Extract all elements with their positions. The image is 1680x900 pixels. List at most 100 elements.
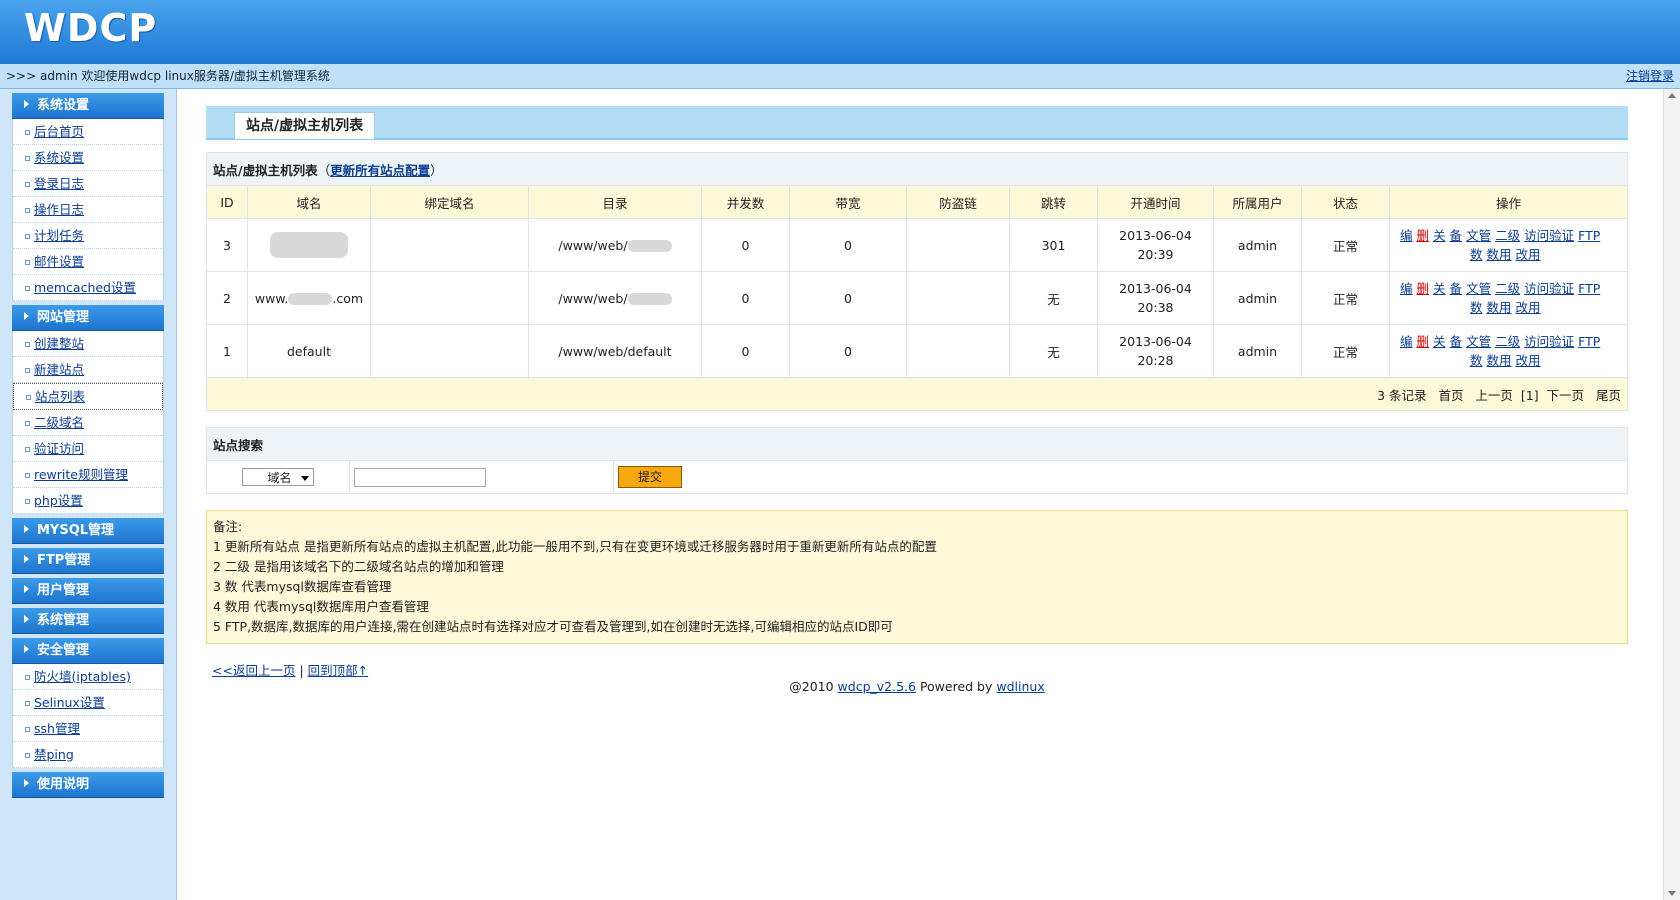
tab-site-list[interactable]: 站点/虚拟主机列表 <box>234 112 376 139</box>
table-row: 2 www. .com /www/web/ 0 0 无 2013-06-04 20:… <box>206 271 1628 325</box>
nav-item-system-settings[interactable]: 系统设置 <box>13 145 163 171</box>
backup-link[interactable]: 备 <box>1450 281 1463 296</box>
delete-link[interactable]: 删 <box>1417 334 1430 349</box>
auth-link[interactable]: 访问验证 <box>1524 228 1574 243</box>
nav-item-selinux[interactable]: Selinux设置 <box>13 690 163 716</box>
ftp-link[interactable]: FTP <box>1578 228 1600 243</box>
backup-link[interactable]: 备 <box>1450 228 1463 243</box>
nav-item-memcached[interactable]: memcached设置 <box>13 275 163 301</box>
subdomain-link[interactable]: 二级 <box>1495 334 1520 349</box>
caret-right-icon <box>24 524 29 533</box>
database-link[interactable]: 数 <box>1470 247 1483 262</box>
nav-section-ftp[interactable]: FTP管理 <box>12 548 164 574</box>
caret-right-icon <box>24 778 29 787</box>
submit-button[interactable]: 提交 <box>618 466 682 488</box>
nav-item-subdomain[interactable]: 二级域名 <box>13 410 163 436</box>
search-input[interactable] <box>354 467 486 487</box>
bullet-icon <box>25 753 30 758</box>
subdomain-link[interactable]: 二级 <box>1495 228 1520 243</box>
vertical-scrollbar[interactable] <box>1663 89 1680 900</box>
db-user-link[interactable]: 数用 <box>1487 300 1512 315</box>
page-next[interactable]: 下一页 <box>1547 388 1585 403</box>
file-manager-link[interactable]: 文管 <box>1466 228 1491 243</box>
auth-link[interactable]: 访问验证 <box>1524 334 1574 349</box>
bullet-icon <box>25 260 30 265</box>
nav-item-auth-access[interactable]: 验证访问 <box>13 436 163 462</box>
bullet-icon <box>25 368 30 373</box>
nav-item-rewrite[interactable]: rewrite规则管理 <box>13 462 163 488</box>
sidebar: 系统设置 后台首页 系统设置 登录日志 操作日志 计划任务 邮件设置 memca… <box>0 89 177 900</box>
nav-item-cron[interactable]: 计划任务 <box>13 223 163 249</box>
version-link[interactable]: wdcp_v2.5.6 <box>838 679 916 694</box>
edit-link[interactable]: 编 <box>1400 228 1413 243</box>
close-link[interactable]: 关 <box>1433 281 1446 296</box>
ftp-link[interactable]: FTP <box>1578 281 1600 296</box>
nav-section-help[interactable]: 使用说明 <box>12 772 164 798</box>
change-user-link[interactable]: 改用 <box>1516 247 1541 262</box>
nav-section-security[interactable]: 安全管理 <box>12 638 164 664</box>
nav-item-mail-settings[interactable]: 邮件设置 <box>13 249 163 275</box>
nav-item-login-log[interactable]: 登录日志 <box>13 171 163 197</box>
scroll-down-icon[interactable] <box>1668 891 1676 896</box>
nav-item-dashboard[interactable]: 后台首页 <box>13 119 163 145</box>
nav-item-ssh[interactable]: ssh管理 <box>13 716 163 742</box>
nav-item-firewall[interactable]: 防火墙(iptables) <box>13 664 163 690</box>
top-link[interactable]: 回到顶部↑ <box>308 663 368 678</box>
update-all-sites-link[interactable]: 更新所有站点配置 <box>330 163 430 178</box>
wdlinux-link[interactable]: wdlinux <box>996 679 1044 694</box>
ftp-link[interactable]: FTP <box>1578 334 1600 349</box>
auth-link[interactable]: 访问验证 <box>1524 281 1574 296</box>
database-link[interactable]: 数 <box>1470 353 1483 368</box>
edit-link[interactable]: 编 <box>1400 281 1413 296</box>
note-line: 1 更新所有站点 是指更新所有站点的虚拟主机配置,此功能一般用不到,只有在变更环… <box>213 539 937 554</box>
file-manager-link[interactable]: 文管 <box>1466 334 1491 349</box>
nav-item-php-settings[interactable]: php设置 <box>13 488 163 514</box>
col-actions: 操作 <box>1389 185 1628 219</box>
note-line: 3 数 代表mysql数据库查看管理 <box>213 579 392 594</box>
delete-link[interactable]: 删 <box>1417 228 1430 243</box>
bullet-icon <box>25 701 30 706</box>
logout-link[interactable]: 注销登录 <box>1626 64 1674 88</box>
search-field-select[interactable]: 域名 <box>242 468 314 486</box>
col-id: ID <box>206 185 248 219</box>
edit-link[interactable]: 编 <box>1400 334 1413 349</box>
page-last[interactable]: 尾页 <box>1596 388 1621 403</box>
page-first[interactable]: 首页 <box>1438 388 1463 403</box>
welcome-text: >>> admin 欢迎使用wdcp linux服务器/虚拟主机管理系统 <box>6 69 330 83</box>
nav-item-new-site[interactable]: 新建站点 <box>13 357 163 383</box>
delete-link[interactable]: 删 <box>1417 281 1430 296</box>
redacted-domain <box>270 232 348 258</box>
close-link[interactable]: 关 <box>1433 228 1446 243</box>
file-manager-link[interactable]: 文管 <box>1466 281 1491 296</box>
db-user-link[interactable]: 数用 <box>1487 247 1512 262</box>
page-prev[interactable]: 上一页 <box>1475 388 1513 403</box>
caret-right-icon <box>24 644 29 653</box>
nav-section-website[interactable]: 网站管理 <box>12 305 164 331</box>
db-user-link[interactable]: 数用 <box>1487 353 1512 368</box>
main-content: 站点/虚拟主机列表 站点/虚拟主机列表（更新所有站点配置） ID 域名 绑定域名… <box>206 106 1628 694</box>
nav-item-site-list[interactable]: 站点列表 <box>13 383 163 410</box>
database-link[interactable]: 数 <box>1470 300 1483 315</box>
nav-item-create-full-site[interactable]: 创建整站 <box>13 331 163 357</box>
nav-section-system-settings[interactable]: 系统设置 <box>12 93 164 119</box>
nav-item-disable-ping[interactable]: 禁ping <box>13 742 163 768</box>
pagination: 3 条记录 首页 上一页 [1] 下一页 尾页 <box>206 377 1628 411</box>
redacted-dir <box>627 240 672 252</box>
row-actions: 编删关备文管 二级 访问验证 FTP 数数用 改用 <box>1389 324 1628 378</box>
backup-link[interactable]: 备 <box>1450 334 1463 349</box>
back-link[interactable]: <<返回上一页 <box>212 663 295 678</box>
bullet-icon <box>25 208 30 213</box>
bullet-icon <box>25 447 30 452</box>
close-link[interactable]: 关 <box>1433 334 1446 349</box>
chevron-down-icon <box>301 476 309 481</box>
notes-title: 备注: <box>213 519 243 534</box>
nav-section-users[interactable]: 用户管理 <box>12 578 164 604</box>
change-user-link[interactable]: 改用 <box>1516 353 1541 368</box>
change-user-link[interactable]: 改用 <box>1516 300 1541 315</box>
scroll-up-icon[interactable] <box>1668 93 1676 98</box>
nav-item-operation-log[interactable]: 操作日志 <box>13 197 163 223</box>
info-bar: >>> admin 欢迎使用wdcp linux服务器/虚拟主机管理系统 注销登… <box>0 64 1680 89</box>
subdomain-link[interactable]: 二级 <box>1495 281 1520 296</box>
nav-section-system-manage[interactable]: 系统管理 <box>12 608 164 634</box>
nav-section-mysql[interactable]: MYSQL管理 <box>12 518 164 544</box>
